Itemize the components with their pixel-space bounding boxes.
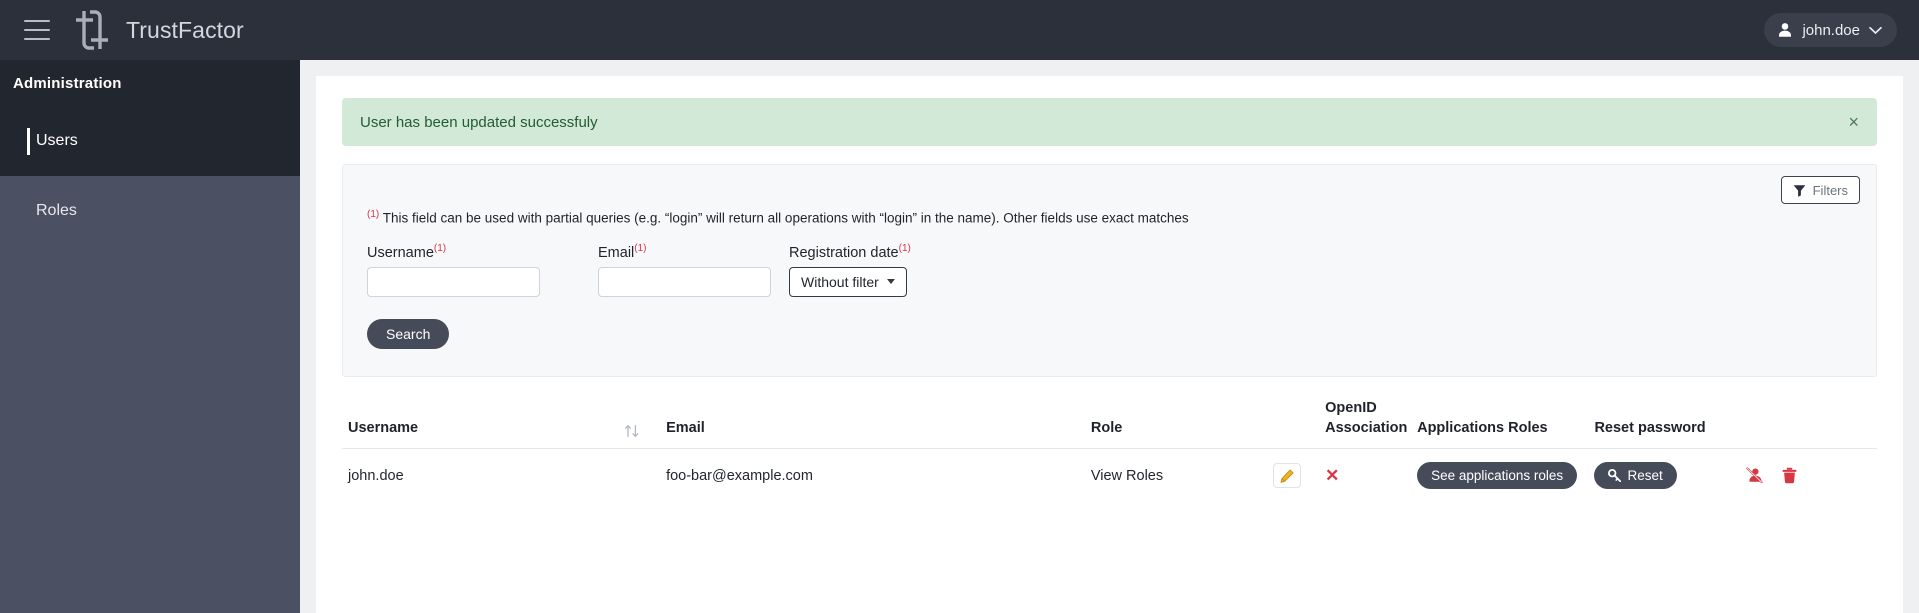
cell-email: foo-bar@example.com xyxy=(666,448,1091,503)
filter-hint: (1) This field can be used with partial … xyxy=(367,209,1852,227)
registration-date-value: Without filter xyxy=(801,273,879,290)
caret-down-icon xyxy=(886,279,895,285)
reset-password-label: Reset xyxy=(1627,468,1663,484)
cell-applications-roles: See applications roles xyxy=(1417,448,1595,503)
chevron-down-icon xyxy=(1869,26,1882,34)
cell-reset-password: Reset xyxy=(1594,448,1746,503)
registration-date-label-text: Registration date xyxy=(789,244,899,261)
username-field-group: Username(1) xyxy=(367,243,598,297)
filter-panel: Filters (1) This field can be used with … xyxy=(342,164,1877,377)
hamburger-icon[interactable] xyxy=(24,20,50,40)
success-alert: User has been updated successfuly × xyxy=(342,98,1877,146)
reset-password-button[interactable]: Reset xyxy=(1594,462,1677,490)
email-field-group: Email(1) xyxy=(598,243,789,297)
top-bar: TrustFactor john.doe xyxy=(0,0,1919,60)
user-menu-button[interactable]: john.doe xyxy=(1764,13,1897,47)
trash-icon[interactable] xyxy=(1781,467,1798,484)
user-slash-icon[interactable] xyxy=(1745,467,1763,484)
registration-date-marker: (1) xyxy=(898,242,911,254)
content-card: User has been updated successfuly × Filt… xyxy=(316,76,1903,613)
user-menu-label: john.doe xyxy=(1802,21,1860,39)
search-button[interactable]: Search xyxy=(367,318,450,349)
cell-username: john.doe xyxy=(342,448,625,503)
header-reset-password: Reset password xyxy=(1594,419,1706,436)
table-row: john.doe foo-bar@example.com View Roles … xyxy=(342,448,1877,503)
cell-row-actions xyxy=(1745,448,1877,503)
trustfactor-logo xyxy=(76,10,108,50)
sidebar-title: Administration xyxy=(0,60,300,106)
row-actions xyxy=(1745,467,1877,484)
header-sort-cell xyxy=(624,393,666,449)
username-input[interactable] xyxy=(367,266,540,297)
cell-edit-role xyxy=(1272,448,1326,503)
person-icon xyxy=(1779,23,1792,37)
users-table-body: john.doe foo-bar@example.com View Roles … xyxy=(342,448,1877,503)
email-label-text: Email xyxy=(598,244,635,261)
hint-text: This field can be used with partial quer… xyxy=(382,210,1189,226)
hint-marker: (1) xyxy=(367,209,380,220)
sidebar: Administration Users Roles xyxy=(0,60,300,613)
email-input[interactable] xyxy=(598,266,771,297)
header-role: Role xyxy=(1090,419,1123,436)
header-applications-roles: Applications Roles xyxy=(1417,419,1548,436)
users-table-head: Username Email Role OpenID Association A… xyxy=(342,393,1877,449)
key-icon xyxy=(1608,469,1622,483)
cell-role: View Roles xyxy=(1090,448,1273,503)
users-table: Username Email Role OpenID Association A… xyxy=(342,393,1877,503)
header-edit-spacer xyxy=(1273,393,1326,449)
hamburger-line xyxy=(24,29,50,31)
brand-name: TrustFactor xyxy=(126,16,244,43)
email-marker: (1) xyxy=(634,242,647,254)
funnel-icon xyxy=(1793,184,1806,197)
sort-updown-icon[interactable] xyxy=(624,424,640,438)
alert-message: User has been updated successfuly xyxy=(360,113,598,131)
cell-openid-association: ✕ xyxy=(1325,448,1418,503)
filters-toggle-button[interactable]: Filters xyxy=(1780,176,1860,204)
username-field-label: Username(1) xyxy=(367,243,598,261)
hamburger-line xyxy=(24,38,50,40)
cell-sort-spacer xyxy=(624,448,667,503)
header-openid-association: OpenID Association xyxy=(1325,393,1417,449)
header-actions xyxy=(1746,393,1877,449)
filter-fields-row: Username(1) Email(1) Registration date(1… xyxy=(367,243,1852,297)
header-username[interactable]: Username xyxy=(342,393,624,449)
see-applications-roles-button[interactable]: See applications roles xyxy=(1417,462,1578,490)
pencil-icon xyxy=(1280,469,1294,483)
registration-date-group: Registration date(1) Without filter xyxy=(789,243,911,297)
registration-date-label: Registration date(1) xyxy=(789,243,911,261)
email-field-label: Email(1) xyxy=(598,243,789,261)
username-marker: (1) xyxy=(433,242,447,254)
header-openid-line2: Association xyxy=(1325,419,1408,436)
header-email[interactable]: Email xyxy=(666,393,1091,449)
sidebar-item-roles[interactable]: Roles xyxy=(0,176,300,246)
hamburger-line xyxy=(24,20,50,22)
edit-role-button[interactable] xyxy=(1272,463,1301,489)
openid-association-x-icon[interactable]: ✕ xyxy=(1325,466,1339,485)
registration-date-select[interactable]: Without filter xyxy=(789,266,907,297)
alert-close-icon[interactable]: × xyxy=(1848,113,1859,131)
sidebar-item-label: Users xyxy=(36,132,78,149)
header-openid-line1: OpenID xyxy=(1325,400,1377,416)
sidebar-item-users[interactable]: Users xyxy=(0,106,300,176)
username-label-text: Username xyxy=(367,244,434,261)
sidebar-item-label: Roles xyxy=(36,202,77,219)
brand[interactable]: TrustFactor xyxy=(72,7,244,53)
table-header-row: Username Email Role OpenID Association A… xyxy=(342,393,1877,449)
filters-toggle-label: Filters xyxy=(1812,182,1848,198)
